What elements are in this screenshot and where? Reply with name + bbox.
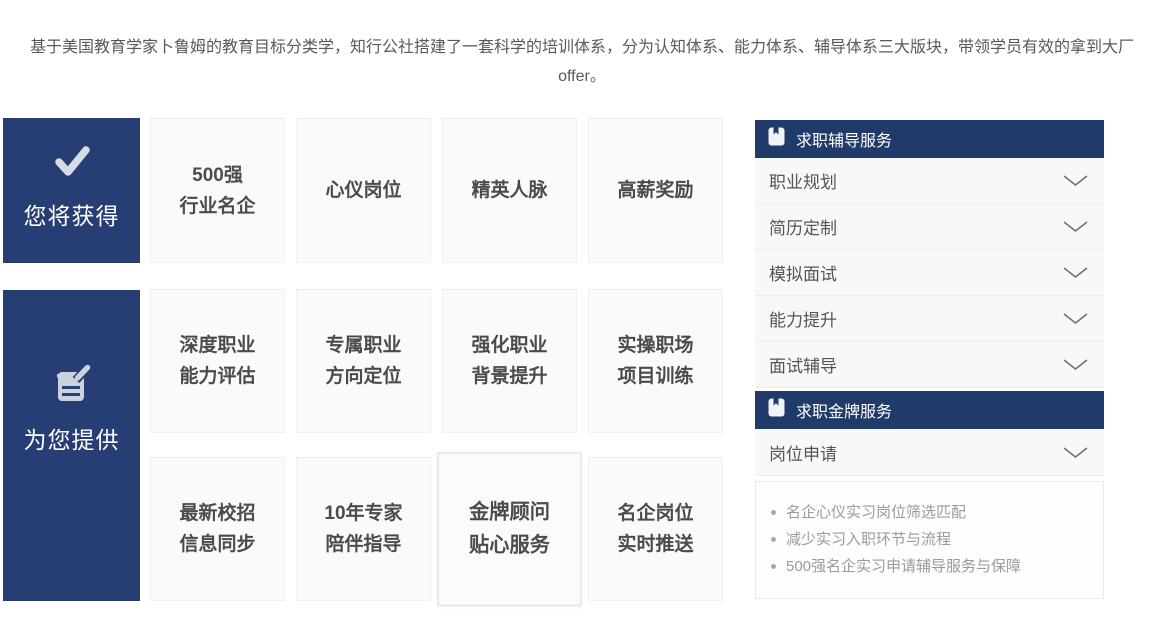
- cards-row-2: 深度职业能力评估 专属职业方向定位 强化职业背景提升 实操职场项目训练: [150, 289, 723, 433]
- section-title: 求职辅导服务: [796, 127, 892, 151]
- cards-row-3: 最新校招信息同步 10年专家陪伴指导 金牌顾问贴心服务 名企岗位实时推送: [150, 457, 723, 601]
- bullet-dot-icon: [771, 564, 776, 569]
- chevron-down-icon: [1062, 220, 1089, 233]
- chevron-down-icon: [1062, 266, 1089, 279]
- card-text: 贴心服务: [469, 529, 550, 562]
- feature-card[interactable]: 500强行业名企: [150, 118, 285, 263]
- note-text: 500强名企实习申请辅导服务与保障: [786, 553, 1021, 580]
- list-item: 减少实习入职环节与流程: [771, 526, 1095, 553]
- card-text: 专属职业: [325, 330, 401, 361]
- card-text: 实时推送: [617, 529, 693, 560]
- check-icon: [50, 141, 94, 186]
- card-text: 金牌顾问: [469, 496, 550, 529]
- card-text: 强化职业: [471, 330, 547, 361]
- list-item: 500强名企实习申请辅导服务与保障: [771, 553, 1095, 580]
- feature-card[interactable]: 强化职业背景提升: [442, 289, 577, 433]
- cards-row-1: 500强行业名企 心仪岗位 精英人脉 高薪奖励: [150, 118, 723, 263]
- you-will-get-label: 您将获得: [24, 197, 120, 231]
- card-text: 心仪岗位: [325, 175, 401, 206]
- note-text: 减少实习入职环节与流程: [786, 526, 951, 553]
- feature-card[interactable]: 实操职场项目训练: [588, 289, 723, 433]
- accordion-label: 岗位申请: [769, 440, 837, 465]
- card-text: 名企岗位: [617, 498, 693, 529]
- card-text: 精英人脉: [471, 175, 547, 206]
- card-text: 背景提升: [471, 361, 547, 392]
- card-text: 信息同步: [179, 529, 255, 560]
- feature-card[interactable]: 心仪岗位: [296, 118, 431, 263]
- feature-card[interactable]: 深度职业能力评估: [150, 289, 285, 433]
- feature-card[interactable]: 名企岗位实时推送: [588, 457, 723, 601]
- we-provide-label: 为您提供: [24, 421, 120, 455]
- section-title: 求职金牌服务: [796, 398, 892, 422]
- accordion-item-career-planning[interactable]: 职业规划: [755, 158, 1104, 204]
- accordion-item-ability-improvement[interactable]: 能力提升: [755, 296, 1104, 342]
- note-text: 名企心仪实习岗位筛选匹配: [786, 499, 966, 526]
- edit-note-icon: [49, 359, 95, 410]
- feature-card[interactable]: 高薪奖励: [588, 118, 723, 263]
- feature-card[interactable]: 专属职业方向定位: [296, 289, 431, 433]
- feature-card[interactable]: 精英人脉: [442, 118, 577, 263]
- card-text: 方向定位: [325, 361, 401, 392]
- list-item: 名企心仪实习岗位筛选匹配: [771, 499, 1095, 526]
- book-icon: [768, 127, 785, 151]
- bullet-dot-icon: [771, 510, 776, 515]
- section-header-coaching: 求职辅导服务: [755, 120, 1104, 158]
- card-text: 最新校招: [179, 498, 255, 529]
- accordion-item-resume-customization[interactable]: 简历定制: [755, 204, 1104, 250]
- accordion-item-job-application[interactable]: 岗位申请: [755, 429, 1104, 476]
- accordion-label: 能力提升: [769, 306, 837, 331]
- accordion-label: 职业规划: [769, 168, 837, 193]
- we-provide-block: 为您提供: [3, 290, 140, 601]
- chevron-down-icon: [1062, 174, 1089, 187]
- accordion-label: 面试辅导: [769, 352, 837, 377]
- chevron-down-icon: [1062, 312, 1089, 325]
- bullet-dot-icon: [771, 537, 776, 542]
- accordion-label: 模拟面试: [769, 260, 837, 285]
- accordion-item-interview-coaching[interactable]: 面试辅导: [755, 342, 1104, 388]
- section-header-gold-service: 求职金牌服务: [755, 391, 1104, 429]
- card-text: 能力评估: [179, 361, 255, 392]
- chevron-down-icon: [1062, 446, 1089, 459]
- intro-line-1: 基于美国教育学家卜鲁姆的教育目标分类学，知行公社搭建了一套科学的培训体系，分为认…: [0, 33, 1164, 62]
- card-text: 10年专家: [324, 498, 402, 529]
- intro-line-2: offer。: [0, 62, 1164, 91]
- card-text: 500强: [179, 160, 255, 191]
- service-notes-box: 名企心仪实习岗位筛选匹配 减少实习入职环节与流程 500强名企实习申请辅导服务与…: [755, 481, 1104, 599]
- card-text: 项目训练: [617, 361, 693, 392]
- feature-card[interactable]: 最新校招信息同步: [150, 457, 285, 601]
- you-will-get-block: 您将获得: [3, 118, 140, 263]
- accordion-item-mock-interview[interactable]: 模拟面试: [755, 250, 1104, 296]
- chevron-down-icon: [1062, 358, 1089, 371]
- card-text: 高薪奖励: [617, 175, 693, 206]
- book-icon: [768, 398, 785, 422]
- card-text: 实操职场: [617, 330, 693, 361]
- card-text: 深度职业: [179, 330, 255, 361]
- intro-paragraph: 基于美国教育学家卜鲁姆的教育目标分类学，知行公社搭建了一套科学的培训体系，分为认…: [0, 33, 1164, 91]
- feature-card[interactable]: 10年专家陪伴指导: [296, 457, 431, 601]
- card-text: 陪伴指导: [324, 529, 402, 560]
- accordion-label: 简历定制: [769, 214, 837, 239]
- services-panel: 求职辅导服务 职业规划 简历定制 模拟面试 能力提升 面试辅导: [755, 120, 1104, 599]
- card-text: 行业名企: [179, 191, 255, 222]
- feature-card-highlighted[interactable]: 金牌顾问贴心服务: [438, 452, 582, 605]
